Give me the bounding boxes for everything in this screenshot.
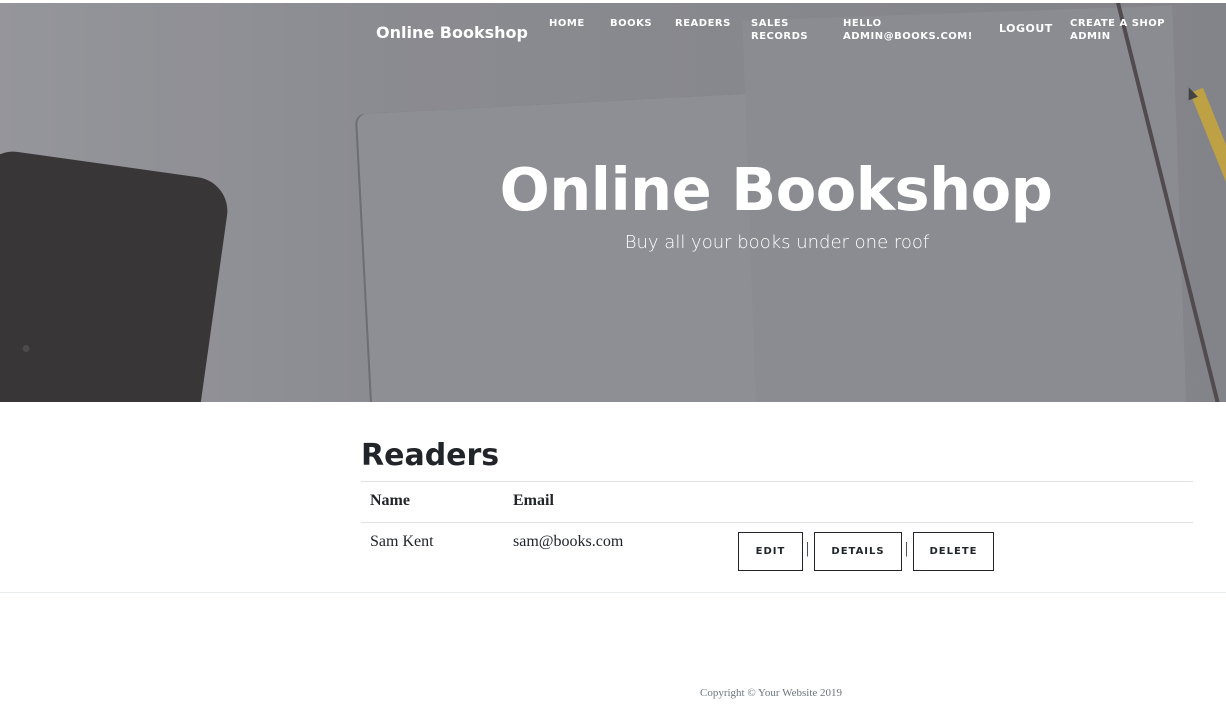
edit-button[interactable]: EDIT [738, 532, 803, 571]
delete-button[interactable]: DELETE [913, 532, 994, 571]
nav-sales-records-label-line1: SALES [751, 18, 789, 29]
nav-create-shop-label-line1: CREATE A SHOP [1070, 18, 1166, 29]
details-button[interactable]: DETAILS [814, 532, 902, 571]
nav-books-label: BOOKS [610, 18, 653, 29]
column-header-email: Email [513, 492, 554, 509]
nav-home-link[interactable]: HOME [549, 17, 585, 30]
column-header-name: Name [370, 492, 410, 509]
reader-name-cell: Sam Kent [370, 533, 434, 550]
table-header-divider [361, 522, 1193, 523]
nav-readers-label: READERS [675, 18, 731, 29]
hero-subtitle: Buy all your books under one roof [624, 232, 930, 253]
reader-email-cell: sam@books.com [513, 533, 624, 550]
nav-hello-label-line1: HELLO [843, 18, 882, 29]
brand-link[interactable]: Online Bookshop [376, 23, 528, 42]
hero-title: Online Bookshop [499, 155, 1053, 224]
nav-create-shop-admin-link[interactable]: CREATE A SHOP ADMIN [1070, 17, 1165, 43]
nav-logout-label: LOGOUT [999, 22, 1053, 35]
table-top-divider [361, 481, 1193, 482]
nav-logout-button[interactable]: LOGOUT [999, 22, 1053, 35]
nav-home-label: HOME [549, 18, 585, 29]
page-title: Readers [361, 438, 500, 473]
nav-sales-records-label-line2: RECORDS [751, 31, 809, 42]
hero-header: Online Bookshop HOME BOOKS READERS SALES… [0, 3, 1226, 402]
action-separator: | [905, 540, 909, 557]
nav-hello-label-line2: ADMIN@BOOKS.COM! [843, 31, 973, 42]
nav-readers-link[interactable]: READERS [675, 17, 731, 30]
nav-create-shop-label-line2: ADMIN [1070, 31, 1111, 42]
copyright-text: Copyright © Your Website 2019 [700, 687, 843, 699]
nav-sales-records-link[interactable]: SALES RECORDS [751, 17, 808, 43]
nav-books-link[interactable]: BOOKS [610, 17, 652, 30]
nav-hello-user-link[interactable]: HELLO ADMIN@BOOKS.COM! [843, 17, 973, 43]
action-separator: | [806, 540, 810, 557]
footer-divider [0, 592, 1226, 593]
